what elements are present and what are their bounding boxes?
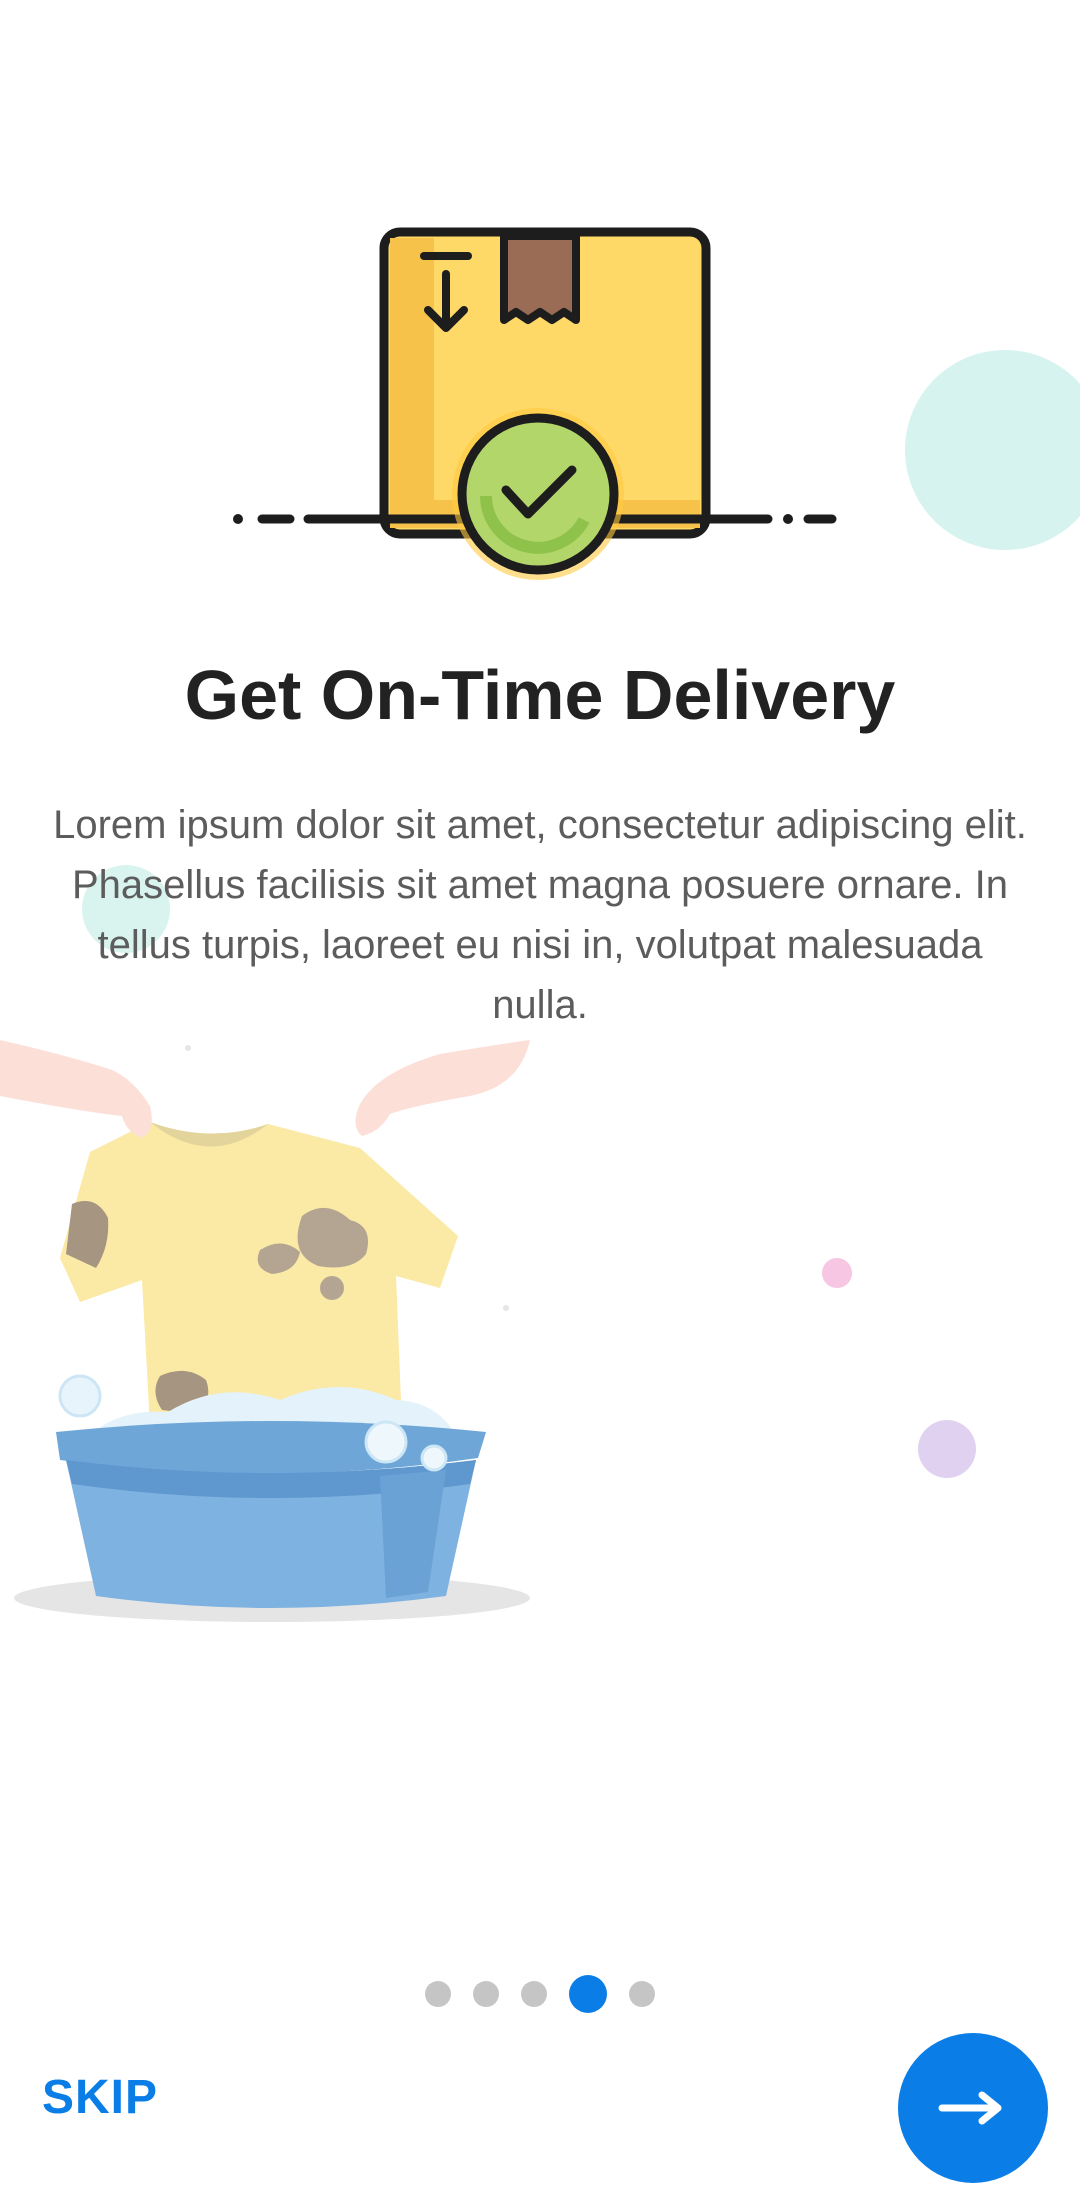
page-description: Lorem ipsum dolor sit amet, consectetur … — [53, 803, 1027, 1027]
arrow-right-icon — [938, 2091, 1002, 2125]
decorative-circle — [822, 1258, 852, 1288]
page-dot — [521, 1981, 547, 2007]
page-dot — [473, 1981, 499, 2007]
next-button[interactable] — [898, 2033, 1048, 2183]
laundry-illustration — [0, 1040, 530, 1622]
decorative-circle — [918, 1420, 976, 1478]
skip-button[interactable]: SKIP — [42, 2070, 158, 2125]
page-indicator — [0, 1975, 1080, 2013]
decorative-circle — [905, 350, 1080, 550]
page-dot-active — [569, 1975, 607, 2013]
delivered-box-icon — [233, 227, 837, 580]
page-title: Get On-Time Delivery — [184, 656, 896, 734]
page-dot — [629, 1981, 655, 2007]
page-dot — [425, 1981, 451, 2007]
